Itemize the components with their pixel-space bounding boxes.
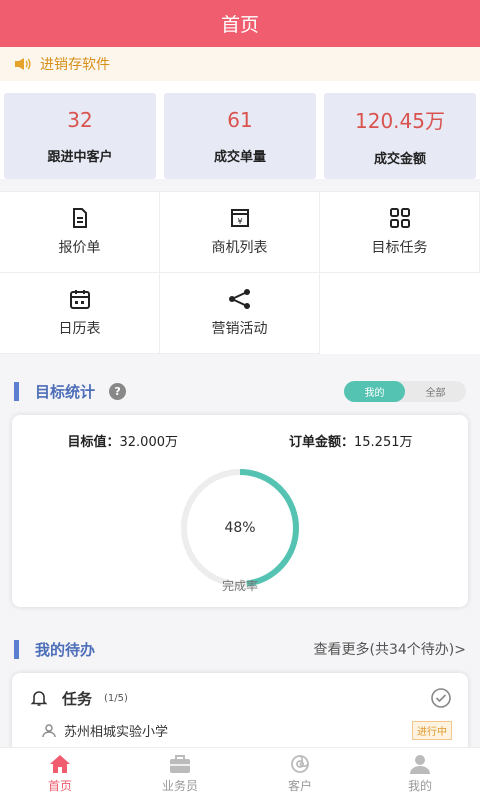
target-stats-header: 目标统计 ? 我的 全部 [0, 379, 480, 403]
section-bar [14, 639, 19, 659]
stat-deal-count[interactable]: 61 成交单量 [164, 93, 316, 179]
section-title: 目标统计 [35, 382, 96, 401]
stat-label: 跟进中客户 [47, 149, 113, 165]
tab-mine[interactable]: 我的 [360, 748, 480, 800]
menu-calendar[interactable]: 日历表 [0, 273, 160, 354]
target-values: 目标值：32.000万 订单金额：15.251万 [12, 415, 468, 450]
document-icon [72, 208, 87, 228]
menu-label: 商机列表 [211, 240, 268, 256]
menu-targets[interactable]: 目标任务 [320, 192, 480, 273]
svg-text:¥: ¥ [237, 217, 242, 226]
task-head: 任务 (1/5) [12, 673, 468, 709]
target-stats-card: 目标值：32.000万 订单金额：15.251万 48% 完成率 [12, 415, 468, 607]
stat-value: 61 [227, 107, 253, 132]
task-card[interactable]: 任务 (1/5) 苏州相城实验小学 进行中 [12, 673, 468, 753]
calendar-icon [69, 290, 90, 309]
notice-text: 进销存软件 [40, 57, 110, 73]
menu-grid: 报价单 ¥ 商机列表 目标任务 日历表 营销活动 [0, 191, 480, 354]
grid-icon [389, 208, 410, 228]
stats-row: 32 跟进中客户 61 成交单量 120.45万 成交金额 [0, 81, 480, 179]
menu-quote[interactable]: 报价单 [0, 192, 160, 273]
target-value-item: 目标值：32.000万 [67, 431, 178, 450]
completion-label: 完成率 [221, 579, 258, 593]
home-icon [50, 755, 70, 773]
progress-text: 48% [224, 520, 256, 536]
menu-marketing[interactable]: 营销活动 [160, 273, 320, 354]
person-icon [42, 723, 56, 737]
page-title: 首页 [220, 14, 259, 36]
order-amount-item: 订单金额：15.251万 [289, 431, 413, 450]
check-circle-icon[interactable] [430, 687, 452, 709]
tab-home[interactable]: 首页 [0, 748, 120, 800]
task-item-text: 苏州相城实验小学 [64, 725, 169, 740]
stat-following-customers[interactable]: 32 跟进中客户 [4, 93, 156, 179]
stat-label: 成交金额 [373, 152, 426, 167]
tab-label: 客户 [287, 779, 312, 793]
menu-empty [320, 273, 480, 354]
stat-value: 120.45万 [355, 109, 445, 133]
toggle-mine[interactable]: 我的 [344, 380, 405, 402]
bottom-tabbar: 首页 业务员 客户 我的 [0, 747, 480, 800]
task-count: (1/5) [104, 692, 128, 704]
stat-deal-amount[interactable]: 120.45万 成交金额 [324, 93, 476, 179]
section-bar [14, 381, 19, 401]
briefcase-icon [170, 755, 190, 773]
toggle-all[interactable]: 全部 [405, 381, 466, 402]
tab-label: 我的 [407, 779, 432, 793]
user-icon [410, 755, 430, 774]
menu-label: 报价单 [58, 240, 101, 256]
order-value: 15.251万 [354, 435, 413, 450]
status-badge: 进行中 [412, 721, 452, 740]
todo-header: 我的待办 查看更多(共34个待办)> [0, 637, 480, 661]
notice-bar[interactable]: 进销存软件 [0, 47, 480, 81]
tab-salesman[interactable]: 业务员 [120, 748, 240, 800]
scope-toggle: 我的 全部 [344, 380, 466, 402]
section-title: 我的待办 [35, 640, 96, 659]
customer-icon [291, 755, 309, 773]
tab-label: 业务员 [161, 779, 198, 793]
speaker-icon [14, 57, 32, 71]
menu-label: 日历表 [58, 321, 101, 337]
stat-label: 成交单量 [213, 149, 266, 165]
view-more-link[interactable]: 查看更多(共34个待办)> [314, 639, 466, 659]
task-label: 任务 [62, 689, 93, 708]
app-header: 首页 [0, 0, 480, 47]
target-label: 目标值： [67, 435, 120, 450]
tab-label: 首页 [47, 779, 72, 793]
help-icon[interactable]: ? [109, 382, 127, 400]
share-icon [228, 289, 250, 309]
task-item[interactable]: 苏州相城实验小学 进行中 [12, 709, 468, 740]
stat-value: 32 [67, 107, 93, 132]
tab-customer[interactable]: 客户 [240, 748, 360, 800]
order-label: 订单金额： [288, 435, 354, 450]
menu-label: 营销活动 [211, 321, 268, 337]
yen-box-icon: ¥ [230, 209, 249, 227]
bell-icon [30, 691, 48, 706]
menu-opportunities[interactable]: ¥ 商机列表 [160, 192, 320, 273]
target-value: 32.000万 [119, 435, 179, 450]
menu-label: 目标任务 [371, 240, 428, 256]
